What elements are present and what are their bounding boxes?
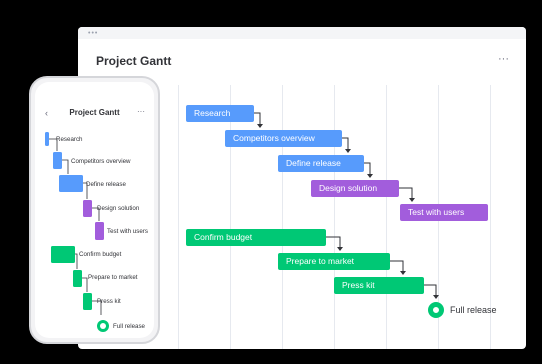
milestone-icon[interactable] [428, 302, 444, 318]
phone-task-label: Prepare to market [88, 274, 138, 281]
phone-task-label: Confirm budget [79, 251, 122, 258]
dependency-arrow [82, 277, 88, 292]
gantt-bar-confirm-budget[interactable]: Confirm budget [186, 229, 326, 246]
phone-gantt-bar-design-solution[interactable] [83, 200, 92, 217]
phone-task-label: Press kit [97, 298, 121, 305]
gantt-bar-design-solution[interactable]: Design solution [311, 180, 399, 197]
phone-more-icon[interactable]: ··· [137, 107, 145, 116]
gantt-bar-research[interactable]: Research [186, 105, 254, 122]
gantt-bar-prepare-to-market[interactable]: Prepare to market [278, 253, 390, 270]
phone-gantt-bar-prepare-to-market[interactable] [73, 270, 82, 287]
page-title: Project Gantt [96, 54, 172, 68]
phone-task-label: Test with users [107, 228, 148, 235]
phone-gantt-bar-test-with-users[interactable] [95, 222, 104, 240]
phone-screen: ‹ Project Gantt ··· Research Competitors… [35, 82, 154, 338]
gantt-bar-define-release[interactable]: Define release [278, 155, 364, 172]
grid-line [386, 85, 387, 349]
phone-task-label: Research [56, 136, 83, 143]
window-titlebar: ••• [78, 27, 526, 39]
dependency-arrow [75, 253, 78, 269]
phone-gantt-bar-define-release[interactable] [59, 175, 83, 192]
phone-gantt-bar-confirm-budget[interactable] [51, 246, 75, 263]
phone-device: ‹ Project Gantt ··· Research Competitors… [29, 76, 160, 344]
phone-task-label: Competitors overview [71, 158, 131, 165]
gantt-bar-press-kit[interactable]: Press kit [334, 277, 424, 294]
grid-line [230, 85, 231, 349]
gantt-bar-test-with-users[interactable]: Test with users [400, 204, 488, 221]
phone-gantt-bar-competitors-overview[interactable] [53, 152, 62, 169]
phone-milestone-label: Full release [113, 323, 145, 330]
grid-line [282, 85, 283, 349]
phone-task-label: Define release [86, 181, 126, 188]
phone-gantt-bar-press-kit[interactable] [83, 293, 92, 310]
grid-line [178, 85, 179, 349]
grid-line [334, 85, 335, 349]
more-options-icon[interactable]: ··· [498, 53, 509, 65]
gantt-bar-competitors-overview[interactable]: Competitors overview [225, 130, 342, 147]
phone-gantt-bar-research[interactable] [45, 132, 49, 146]
phone-task-label: Design solution [97, 205, 140, 212]
phone-milestone-icon[interactable] [97, 320, 109, 332]
dependency-arrow [62, 159, 69, 174]
milestone-label: Full release [450, 305, 497, 315]
window-controls-icon[interactable]: ••• [88, 30, 98, 37]
screenshot-canvas: ••• Project Gantt ··· Research Competito… [0, 0, 542, 364]
